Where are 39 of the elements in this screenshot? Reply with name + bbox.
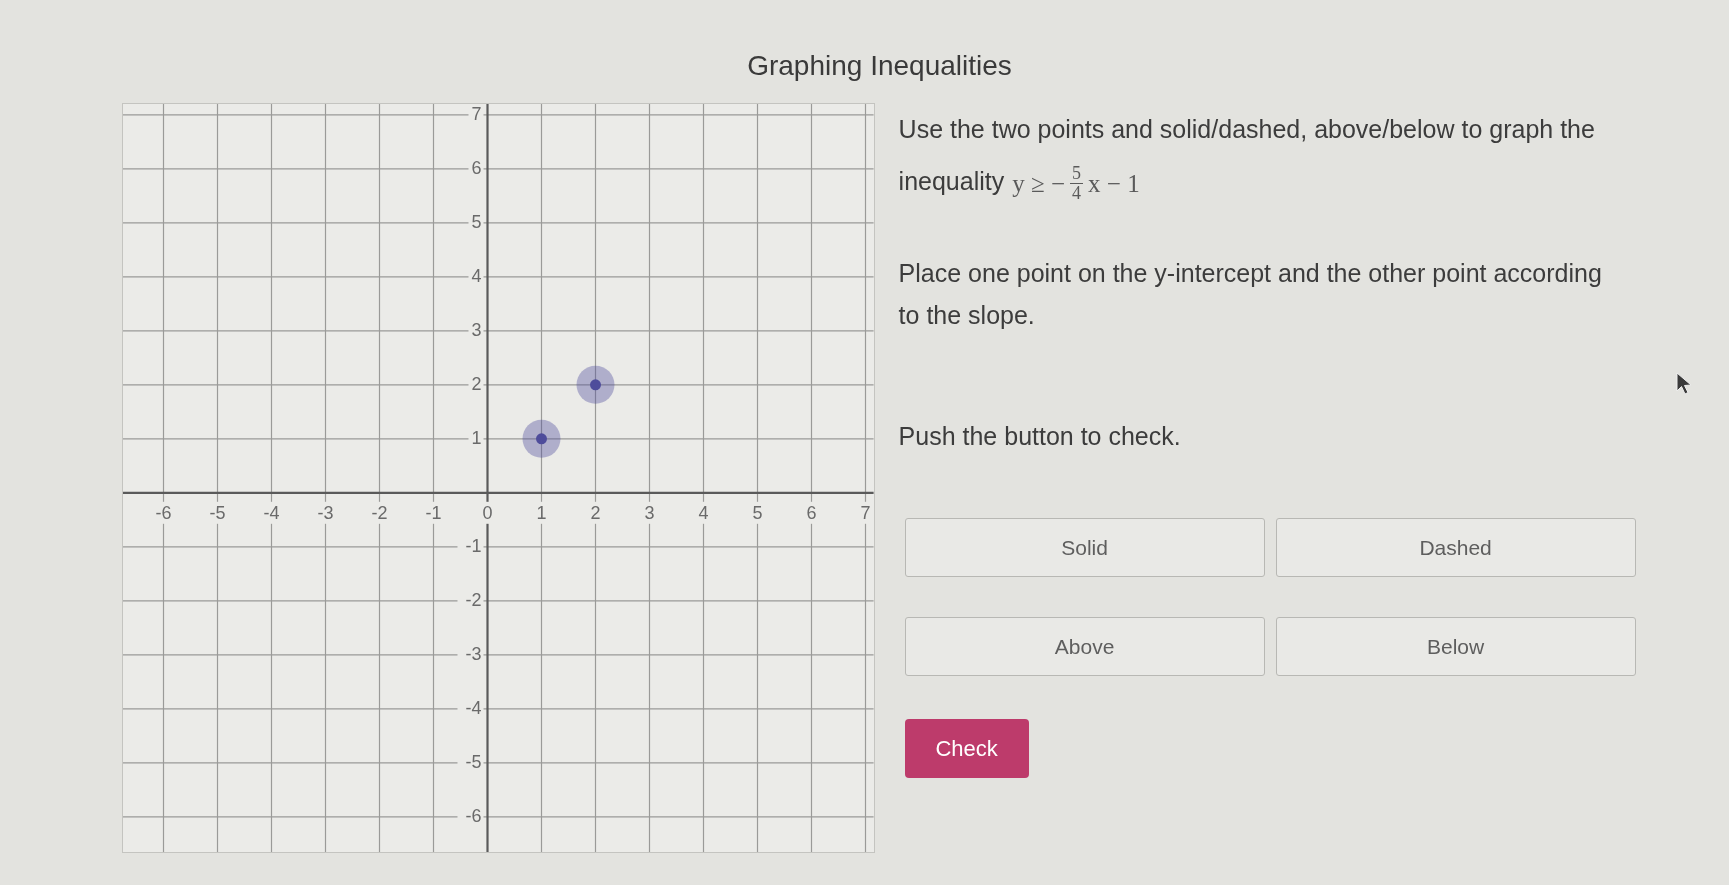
y-tick-label: -5	[465, 751, 482, 772]
y-tick-label: 2	[471, 373, 482, 394]
x-tick-label: 1	[536, 502, 547, 523]
x-tick-label: 2	[590, 502, 601, 523]
check-button[interactable]: Check	[904, 719, 1029, 778]
x-tick-label: -4	[263, 502, 280, 523]
y-tick-label: -2	[465, 589, 482, 610]
x-tick-label: -1	[425, 502, 442, 523]
x-tick-label: 5	[752, 502, 763, 523]
x-tick-label: -5	[209, 502, 226, 523]
option-button[interactable]: Dashed	[1275, 518, 1636, 577]
y-tick-label: -1	[465, 535, 482, 556]
option-button[interactable]: Above	[904, 617, 1265, 676]
y-tick-label: 7	[471, 104, 482, 124]
y-tick-label: 6	[471, 157, 482, 178]
instruction-text: Push the button to check.	[898, 421, 1182, 452]
coordinate-grid[interactable]: -6 -5 -4 -3 -2 -1 0 1 2 3 4 5 6 7 -6 -5 -4 -3 -2 -1 1 2 3 4 5 6 7	[122, 103, 875, 853]
y-tick-label: 3	[471, 319, 482, 340]
instruction-text: Place one point on the y-intercept and the other point according to the slope.	[898, 258, 1603, 331]
plot-point[interactable]	[576, 365, 615, 404]
x-tick-label: 0	[482, 502, 493, 523]
x-tick-label: 6	[806, 502, 817, 523]
y-tick-label: -6	[465, 805, 482, 826]
x-tick-label: 3	[644, 502, 655, 523]
x-tick-label: 4	[698, 502, 709, 523]
x-tick-label: -6	[155, 502, 172, 523]
y-tick-label: -3	[465, 643, 482, 664]
mouse-cursor-icon	[1676, 372, 1694, 396]
x-tick-label: -2	[371, 502, 388, 523]
plot-point[interactable]	[522, 419, 561, 458]
option-button[interactable]: Solid	[904, 518, 1265, 577]
y-tick-label: 4	[471, 265, 482, 286]
y-tick-label: 1	[471, 427, 482, 448]
x-tick-label: 7	[860, 502, 871, 523]
y-tick-label: -4	[465, 697, 482, 718]
option-button[interactable]: Below	[1275, 617, 1636, 676]
page-title: Graphing Inequalities	[747, 49, 1012, 83]
x-tick-label: -3	[317, 502, 334, 523]
y-tick-label: 5	[471, 211, 482, 232]
